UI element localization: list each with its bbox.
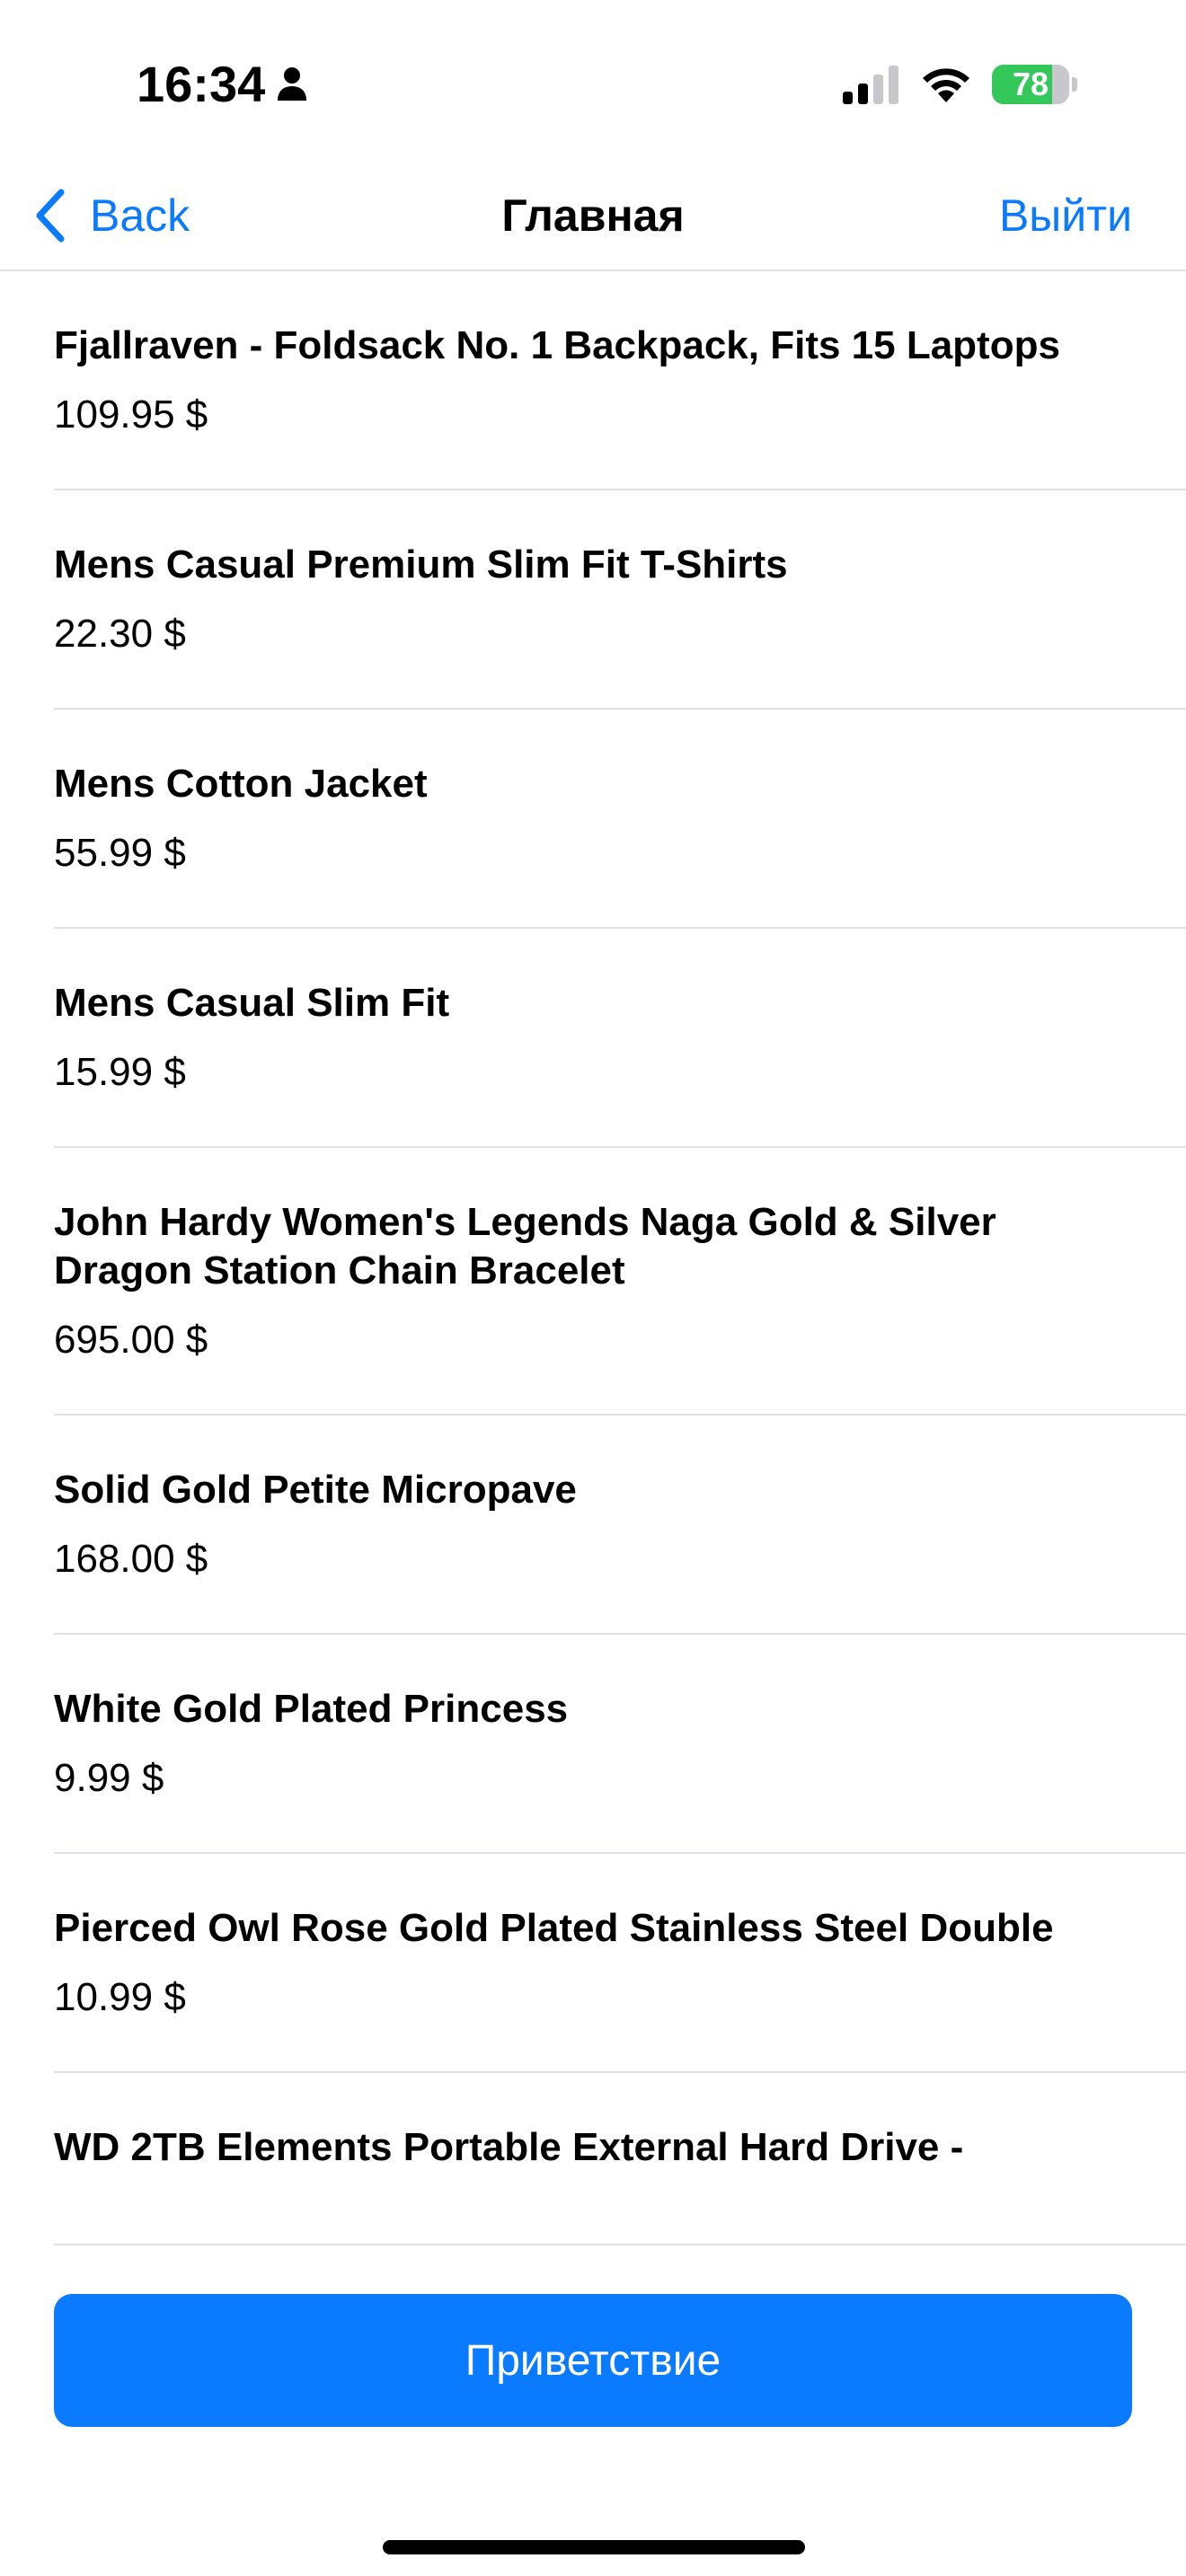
logout-button[interactable]: Выйти: [999, 181, 1132, 250]
product-title: Pierced Owl Rose Gold Plated Stainless S…: [54, 1906, 1054, 1950]
status-time-group: 16:34: [137, 56, 308, 113]
chevron-left-icon: [36, 189, 65, 243]
product-price: 15.99 $: [54, 1050, 186, 1094]
product-title: White Gold Plated Princess: [54, 1687, 569, 1731]
battery-body: 78: [992, 65, 1069, 104]
status-time: 16:34: [137, 56, 266, 112]
home-indicator[interactable]: [383, 2540, 805, 2554]
screen: 16:34 78 Back Главная Выйти Fjallraven -…: [0, 0, 1186, 2576]
product-title: Mens Cotton Jacket: [54, 762, 428, 806]
list-item[interactable]: Solid Gold Petite Micropave 168.00 $: [54, 1416, 1186, 1635]
status-right: 78: [841, 65, 1078, 104]
person-icon: [278, 67, 307, 101]
product-list-viewport[interactable]: Fjallraven - Foldsack No. 1 Backpack, Fi…: [0, 271, 1186, 2265]
product-price: 9.99 $: [54, 1756, 164, 1800]
bottom-area: Приветствие: [0, 2265, 1186, 2576]
list-item[interactable]: Fjallraven - Foldsack No. 1 Backpack, Fi…: [54, 271, 1186, 490]
product-list: Fjallraven - Foldsack No. 1 Backpack, Fi…: [0, 271, 1186, 2245]
product-price: 55.99 $: [54, 831, 186, 875]
list-item[interactable]: Mens Cotton Jacket 55.99 $: [54, 710, 1186, 929]
signal-icon: [843, 66, 898, 104]
navigation-bar: Back Главная Выйти: [0, 162, 1186, 271]
product-title: Fjallraven - Foldsack No. 1 Backpack, Fi…: [54, 323, 1060, 367]
product-price: 22.30 $: [54, 612, 186, 656]
list-item[interactable]: White Gold Plated Princess 9.99 $: [54, 1635, 1186, 1854]
battery-icon: 78: [992, 65, 1078, 104]
product-title: Mens Casual Premium Slim Fit T-Shirts: [54, 543, 788, 587]
product-price: 168.00 $: [54, 1537, 208, 1581]
battery-level: 78: [1012, 66, 1049, 102]
status-bar: 16:34 78: [0, 0, 1186, 162]
list-item[interactable]: WD 2TB Elements Portable External Hard D…: [54, 2073, 1186, 2245]
greeting-button[interactable]: Приветствие: [54, 2294, 1132, 2427]
back-button[interactable]: Back: [32, 181, 190, 250]
product-price: 695.00 $: [54, 1318, 208, 1362]
product-title: Mens Casual Slim Fit: [54, 981, 450, 1025]
product-price: 10.99 $: [54, 1975, 186, 2019]
product-price: 109.95 $: [54, 393, 208, 437]
wifi-icon: [923, 68, 969, 102]
product-title: John Hardy Women's Legends Naga Gold & S…: [54, 1200, 996, 1292]
list-item[interactable]: Mens Casual Premium Slim Fit T-Shirts 22…: [54, 490, 1186, 710]
back-label: Back: [90, 190, 190, 241]
battery-cap: [1072, 77, 1077, 92]
product-title: WD 2TB Elements Portable External Hard D…: [54, 2125, 964, 2169]
list-item[interactable]: Mens Casual Slim Fit 15.99 $: [54, 929, 1186, 1148]
list-item[interactable]: John Hardy Women's Legends Naga Gold & S…: [54, 1148, 1186, 1416]
product-title: Solid Gold Petite Micropave: [54, 1468, 577, 1512]
page-title: Главная: [501, 190, 685, 241]
list-item[interactable]: Pierced Owl Rose Gold Plated Stainless S…: [54, 1854, 1186, 2073]
